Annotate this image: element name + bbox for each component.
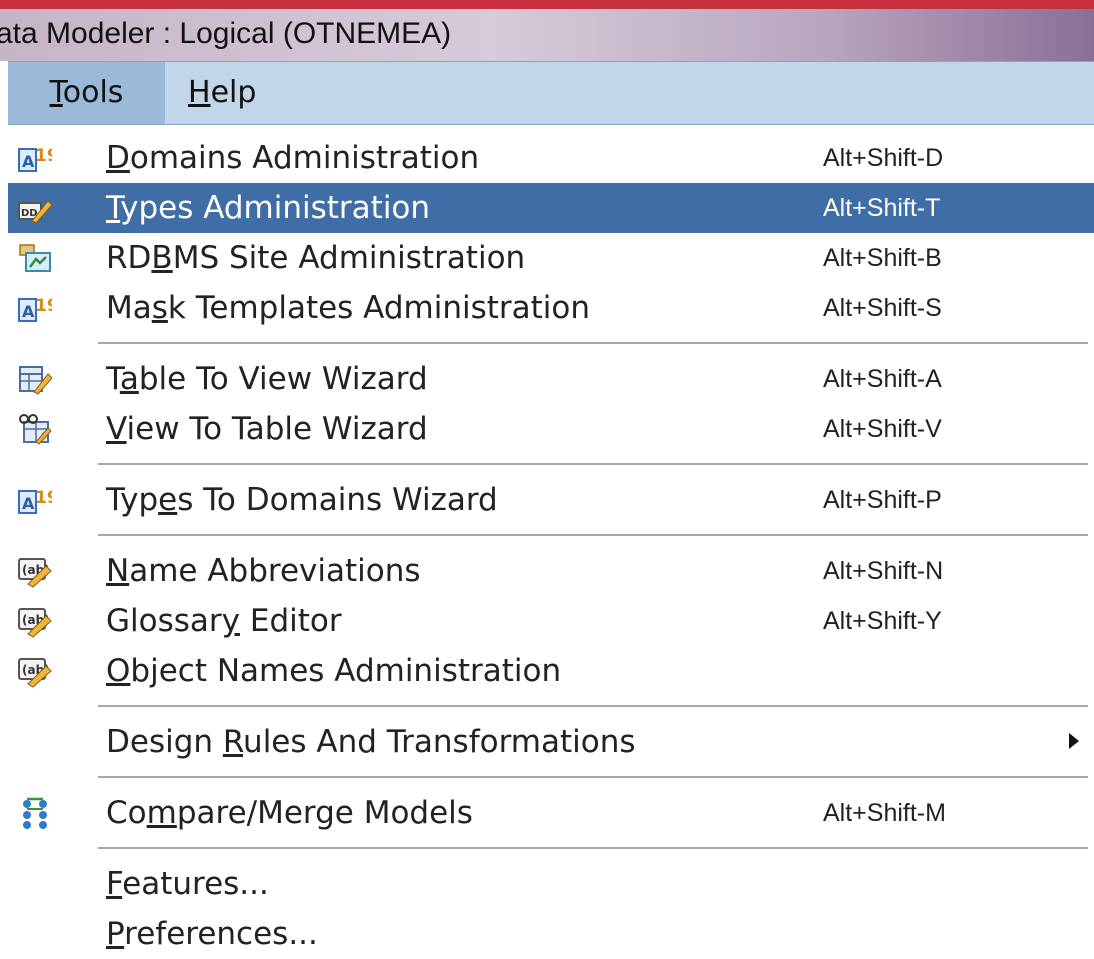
menu-item-compare-merge-models[interactable]: Compare/Merge Models Alt+Shift-M [8,788,1094,838]
menu-item-rdbms-site-administration[interactable]: RDBMS Site Administration Alt+Shift-B [8,233,1094,283]
menu-item-label: Glossary Editor [106,603,342,639]
menu-item-label: RDBMS Site Administration [106,240,526,276]
menu-item-mask-templates-administration[interactable]: A 19 Mask Templates Administration Alt+S… [8,283,1094,333]
ab-pencil-icon: (ab) [18,658,52,688]
window-accent-bar [0,0,1094,9]
menu-item-domains-administration[interactable]: A 19 Domains Administration Alt+Shift-D [8,133,1094,183]
svg-text:A: A [22,152,35,171]
menu-item-shortcut: Alt+Shift-M [823,799,946,827]
menu-item-label: Design Rules And Transformations [106,724,636,760]
menu-item-types-to-domains-wizard[interactable]: A 19 Types To Domains Wizard Alt+Shift-P [8,475,1094,525]
menu-item-label: Mask Templates Administration [106,290,591,326]
a19-icon: A 19 [18,146,52,172]
menu-item-view-to-table-wizard[interactable]: View To Table Wizard Alt+Shift-V [8,404,1094,454]
menu-item-shortcut: Alt+Shift-Y [823,607,942,635]
svg-text:19: 19 [35,296,52,316]
menu-help[interactable]: Help [188,62,256,124]
menu-separator [98,705,1088,707]
tools-dropdown-menu: A 19 Domains Administration Alt+Shift-D … [8,125,1094,953]
menu-item-shortcut: Alt+Shift-P [823,486,942,514]
menu-item-preferences[interactable]: Preferences... [8,909,1094,959]
rdbms-site-icon [19,244,51,272]
menu-item-name-abbreviations[interactable]: (ab) Name Abbreviations Alt+Shift-N [8,546,1094,596]
title-bar: ata Modeler : Logical (OTNEMEA) [0,9,1094,61]
view-table-icon [19,414,52,445]
menu-item-object-names-administration[interactable]: (ab) Object Names Administration [8,646,1094,696]
svg-text:19: 19 [35,488,52,508]
svg-text:A: A [22,302,35,321]
menu-item-design-rules-and-transformations[interactable]: Design Rules And Transformations [8,717,1094,767]
menu-item-label: Table To View Wizard [106,361,428,397]
menu-item-shortcut: Alt+Shift-T [823,194,941,222]
menu-item-label: Features... [106,866,269,902]
menu-item-types-administration[interactable]: DD Types Administration Alt+Shift-T [8,183,1094,233]
menu-separator [98,776,1088,778]
a19-icon: A 19 [18,296,52,322]
submenu-arrow-icon [1069,733,1079,749]
menu-item-table-to-view-wizard[interactable]: Table To View Wizard Alt+Shift-A [8,354,1094,404]
ab-pencil-icon: (ab) [18,558,52,588]
ab-pencil-icon: (ab) [18,608,52,638]
menu-item-label: Preferences... [106,916,318,952]
menu-item-label: Types To Domains Wizard [106,482,498,518]
menu-separator [98,534,1088,536]
menu-item-label: View To Table Wizard [106,411,428,447]
menu-item-features[interactable]: Features... [8,859,1094,909]
menu-tools[interactable]: Tools [8,62,165,124]
svg-text:19: 19 [35,146,52,166]
menu-item-shortcut: Alt+Shift-V [823,415,942,443]
menu-item-label: Types Administration [106,190,431,226]
menu-separator [98,463,1088,465]
menu-item-glossary-editor[interactable]: (ab) Glossary Editor Alt+Shift-Y [8,596,1094,646]
svg-text:A: A [22,494,35,513]
table-view-icon [19,366,52,395]
menu-item-label: Object Names Administration [106,653,562,689]
menu-item-label: Domains Administration [106,140,480,176]
compare-merge-icon [23,797,47,829]
types-edit-icon: DD [18,200,52,224]
menu-item-shortcut: Alt+Shift-N [823,557,944,585]
menu-item-shortcut: Alt+Shift-D [823,144,944,172]
menu-item-shortcut: Alt+Shift-S [823,294,942,322]
menu-item-label: Name Abbreviations [106,553,421,589]
menu-bar: Tools Help [8,61,1094,125]
menu-item-shortcut: Alt+Shift-B [823,244,942,272]
window-title: ata Modeler : Logical (OTNEMEA) [0,17,452,50]
a19-icon: A 19 [18,488,52,514]
menu-item-label: Compare/Merge Models [106,795,473,831]
menu-separator [98,342,1088,344]
menu-item-shortcut: Alt+Shift-A [823,365,942,393]
menu-separator [98,847,1088,849]
